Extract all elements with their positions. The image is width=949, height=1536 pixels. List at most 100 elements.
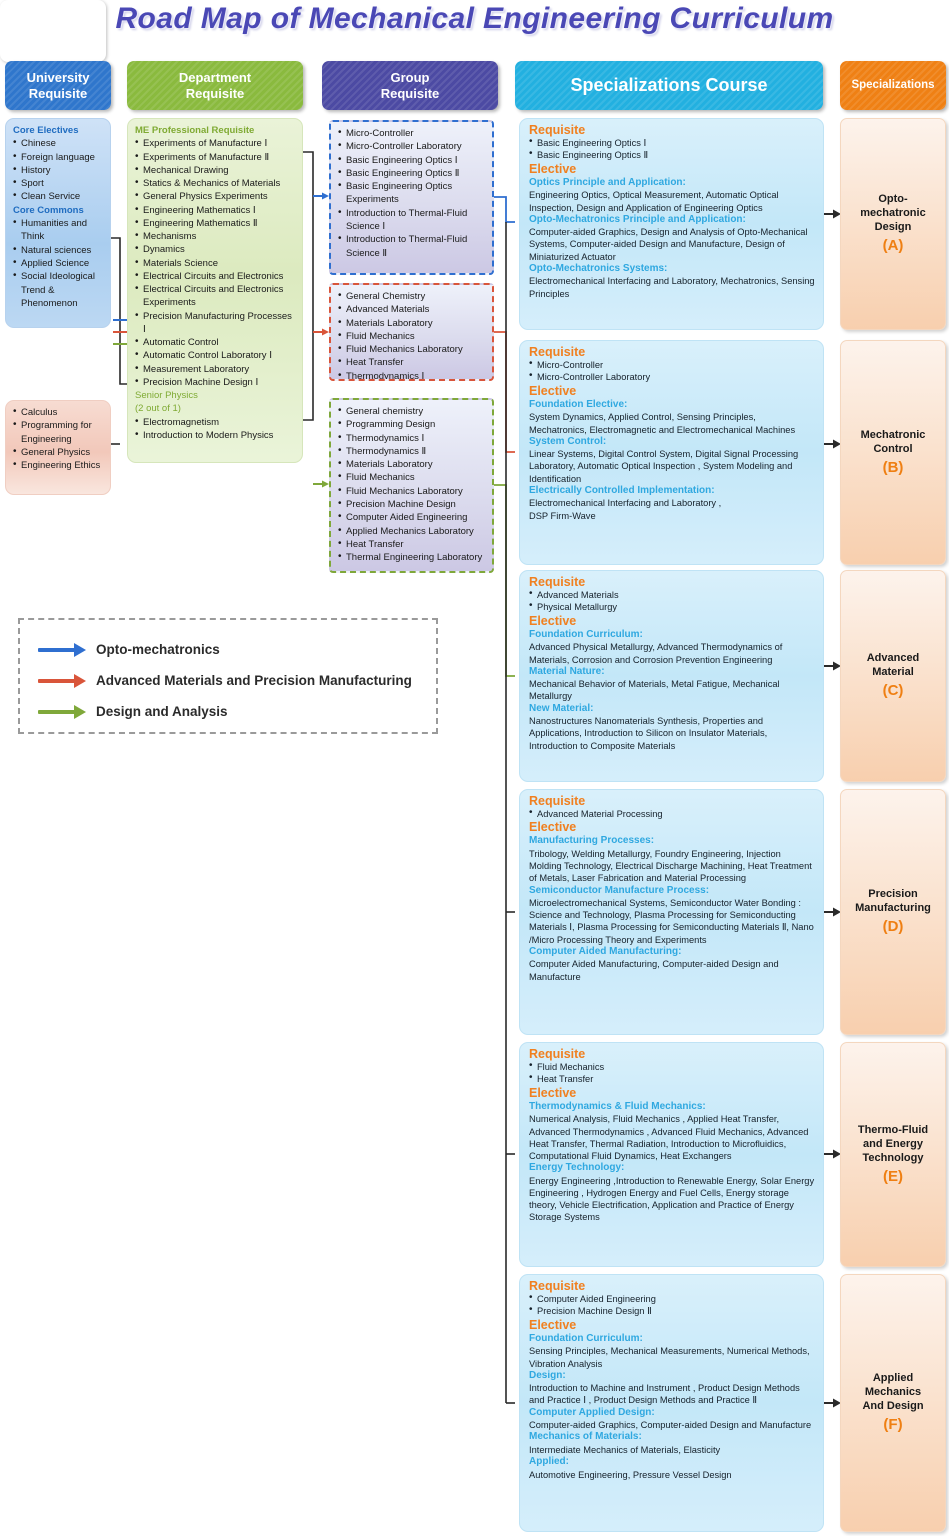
specialization-d-letter: (D) [882, 918, 904, 935]
category-body: Sensing Principles, Mechanical Measureme… [529, 1346, 810, 1369]
list-item: Mechanisms [135, 229, 296, 243]
header-specializations-course: Specializations Course [515, 61, 823, 110]
group-block-design: General chemistryProgramming Design Therm… [329, 398, 494, 573]
department-requisite-panel: ME Professional Requisite Experiments of… [127, 118, 303, 463]
list-item: Calculus [13, 405, 104, 419]
list-item: Automatic Control Laboratory Ⅰ [135, 348, 296, 362]
list-item: Materials Laboratory [338, 316, 486, 330]
requisite-list: Computer Aided EngineeringPrecision Mach… [529, 1292, 815, 1318]
requisite-heading: Requisite [529, 123, 586, 137]
requisite-heading: Requisite [529, 794, 586, 808]
category-heading: Foundation Elective: [529, 398, 628, 410]
category-body: Automotive Engineering, Pressure Vessel … [529, 1469, 732, 1480]
list-item: Engineering Ethics [13, 458, 104, 472]
specialization-c-letter: (C) [882, 682, 904, 699]
group-design-list: General chemistryProgramming Design Therm… [338, 404, 486, 565]
category-heading: Computer Applied Design: [529, 1406, 655, 1418]
elective-heading: Elective [529, 820, 577, 835]
list-item: Basic Engineering Optics Experiments [338, 179, 486, 207]
category-body: Introduction to Machine and Instrument ,… [529, 1383, 800, 1406]
course-block-a: RequisiteBasic Engineering Optics ⅠBasic… [519, 118, 824, 330]
specialization-a: Opto-mechatronic Design (A) [840, 118, 946, 330]
list-item: Experiments of Manufacture Ⅱ [135, 149, 296, 164]
list-item: Thermal Engineering Laboratory [338, 550, 486, 564]
senior-physics-label: Senior Physics [135, 390, 198, 401]
category-body: Mechanical Behavior of Materials, Metal … [529, 679, 780, 702]
requisite-list: Micro-ControllerMicro-Controller Laborat… [529, 358, 815, 384]
specialization-f: Applied Mechanics And Design (F) [840, 1274, 946, 1532]
group-opto-list: Micro-ControllerMicro-Controller Laborat… [338, 126, 486, 260]
course-block-f: RequisiteComputer Aided EngineeringPreci… [519, 1274, 824, 1532]
list-item: Statics & Mechanics of Materials [135, 176, 296, 190]
category-body: Computer Aided Manufacturing, Computer-a… [529, 959, 779, 982]
legend-label-materials: Advanced Materials and Precision Manufac… [96, 673, 412, 688]
requisite-heading: Requisite [529, 1047, 586, 1061]
list-item: Clean Service [13, 189, 104, 203]
category-heading: Opto-Mechatronics Systems: [529, 262, 668, 274]
specialization-e-name: Thermo-Fluid and Energy Technology [857, 1123, 929, 1164]
core-electives-label: Core Electives [13, 125, 79, 136]
list-item: Programming Design [338, 417, 486, 431]
category-body: Computer-aided Graphics, Design and Anal… [529, 227, 808, 262]
list-item: Applied Mechanics Laboratory [338, 524, 486, 538]
list-item: Precision Machine Design Ⅰ [135, 375, 296, 389]
list-item: General chemistry [338, 404, 486, 418]
list-item: Micro-Controller [338, 126, 486, 140]
category-body: Electromechanical Interfacing and Labora… [529, 276, 815, 299]
category-body: Tribology, Welding Metallurgy, Foundry E… [529, 848, 812, 884]
category-body: Intermediate Mechanics of Materials, Ela… [529, 1444, 721, 1455]
list-item: Introduction to Modern Physics [135, 428, 296, 442]
list-item: Automatic Control [135, 335, 296, 349]
category-body: Microelectromechanical Systems, Semicond… [529, 898, 814, 945]
list-item: Introduction to Thermal-Fluid Science Ⅰ [338, 206, 486, 234]
list-item: General Physics Experiments [135, 189, 296, 203]
department-course-list: Experiments of Manufacture ⅠExperiments … [135, 136, 296, 389]
specialization-b-name: Mechatronic Control [860, 428, 926, 455]
list-item: Experiments of Manufacture Ⅰ [135, 136, 296, 150]
list-item: Fluid Mechanics Laboratory [338, 484, 486, 498]
specialization-a-letter: (A) [882, 237, 904, 254]
list-item: Micro-Controller [529, 358, 815, 371]
category-body: Electromechanical Interfacing and Labora… [529, 498, 722, 521]
category-body: Energy Engineering ,Introduction to Rene… [529, 1175, 815, 1223]
list-item: Fluid Mechanics [529, 1060, 815, 1073]
specialization-d-name: Precision Manufacturing [855, 888, 931, 914]
list-item: Measurement Laboratory [135, 361, 296, 376]
category-heading: Optics Principle and Application: [529, 176, 686, 188]
engineering-college-list-panel: CalculusProgramming for EngineeringGener… [5, 400, 111, 495]
header-university-requisite: University Requisite [5, 61, 111, 110]
me-professional-requisite-label: ME Professional Requisite [135, 125, 255, 136]
group-materials-list: General ChemistryAdvanced MaterialsMater… [338, 289, 486, 379]
requisite-list: Fluid MechanicsHeat Transfer [529, 1060, 815, 1086]
group-block-opto: Micro-ControllerMicro-Controller Laborat… [329, 120, 494, 275]
specialization-b-letter: (B) [882, 458, 904, 476]
list-item: Fluid Mechanics [338, 329, 486, 343]
list-item: Programming for Engineering [13, 418, 104, 446]
arrow-icon-opto [34, 642, 96, 658]
header-group-label: Group Requisite [380, 70, 440, 101]
list-item: Mechanical Drawing [135, 163, 296, 177]
legend-row-design: Design and Analysis [34, 696, 436, 727]
list-item: Computer Aided Engineering [529, 1292, 815, 1305]
category-heading: Material Nature: [529, 665, 605, 677]
course-block-b: RequisiteMicro-ControllerMicro-Controlle… [519, 340, 824, 565]
category-heading: Foundation Curriculum: [529, 628, 643, 640]
elective-heading: Elective [529, 1085, 577, 1100]
legend-label-design: Design and Analysis [96, 704, 228, 719]
list-item: Thermodynamics Ⅱ [338, 444, 486, 458]
category-heading: Foundation Curriculum: [529, 1332, 643, 1344]
requisite-heading: Requisite [529, 1279, 586, 1293]
header-department-label: Department Requisite [178, 70, 252, 101]
course-block-e: RequisiteFluid MechanicsHeat TransferEle… [519, 1042, 824, 1267]
header-university-label: University Requisite [26, 70, 90, 101]
category-heading: System Control: [529, 435, 607, 447]
category-heading: Design: [529, 1369, 566, 1381]
category-heading: Mechanics of Materials: [529, 1431, 642, 1443]
senior-physics-note: (2 out of 1) [135, 403, 181, 415]
roadmap-diagram: Road Map of Mechanical Engineering Curri… [0, 0, 949, 1536]
elective-heading: Elective [529, 383, 577, 398]
senior-physics-list: ElectromagnetismIntroduction to Modern P… [135, 414, 296, 443]
list-item: Thermodynamics Ⅰ [338, 369, 486, 379]
specialization-f-name: Applied Mechanics And Design [862, 1372, 924, 1412]
list-item: Natural sciences [13, 243, 104, 257]
